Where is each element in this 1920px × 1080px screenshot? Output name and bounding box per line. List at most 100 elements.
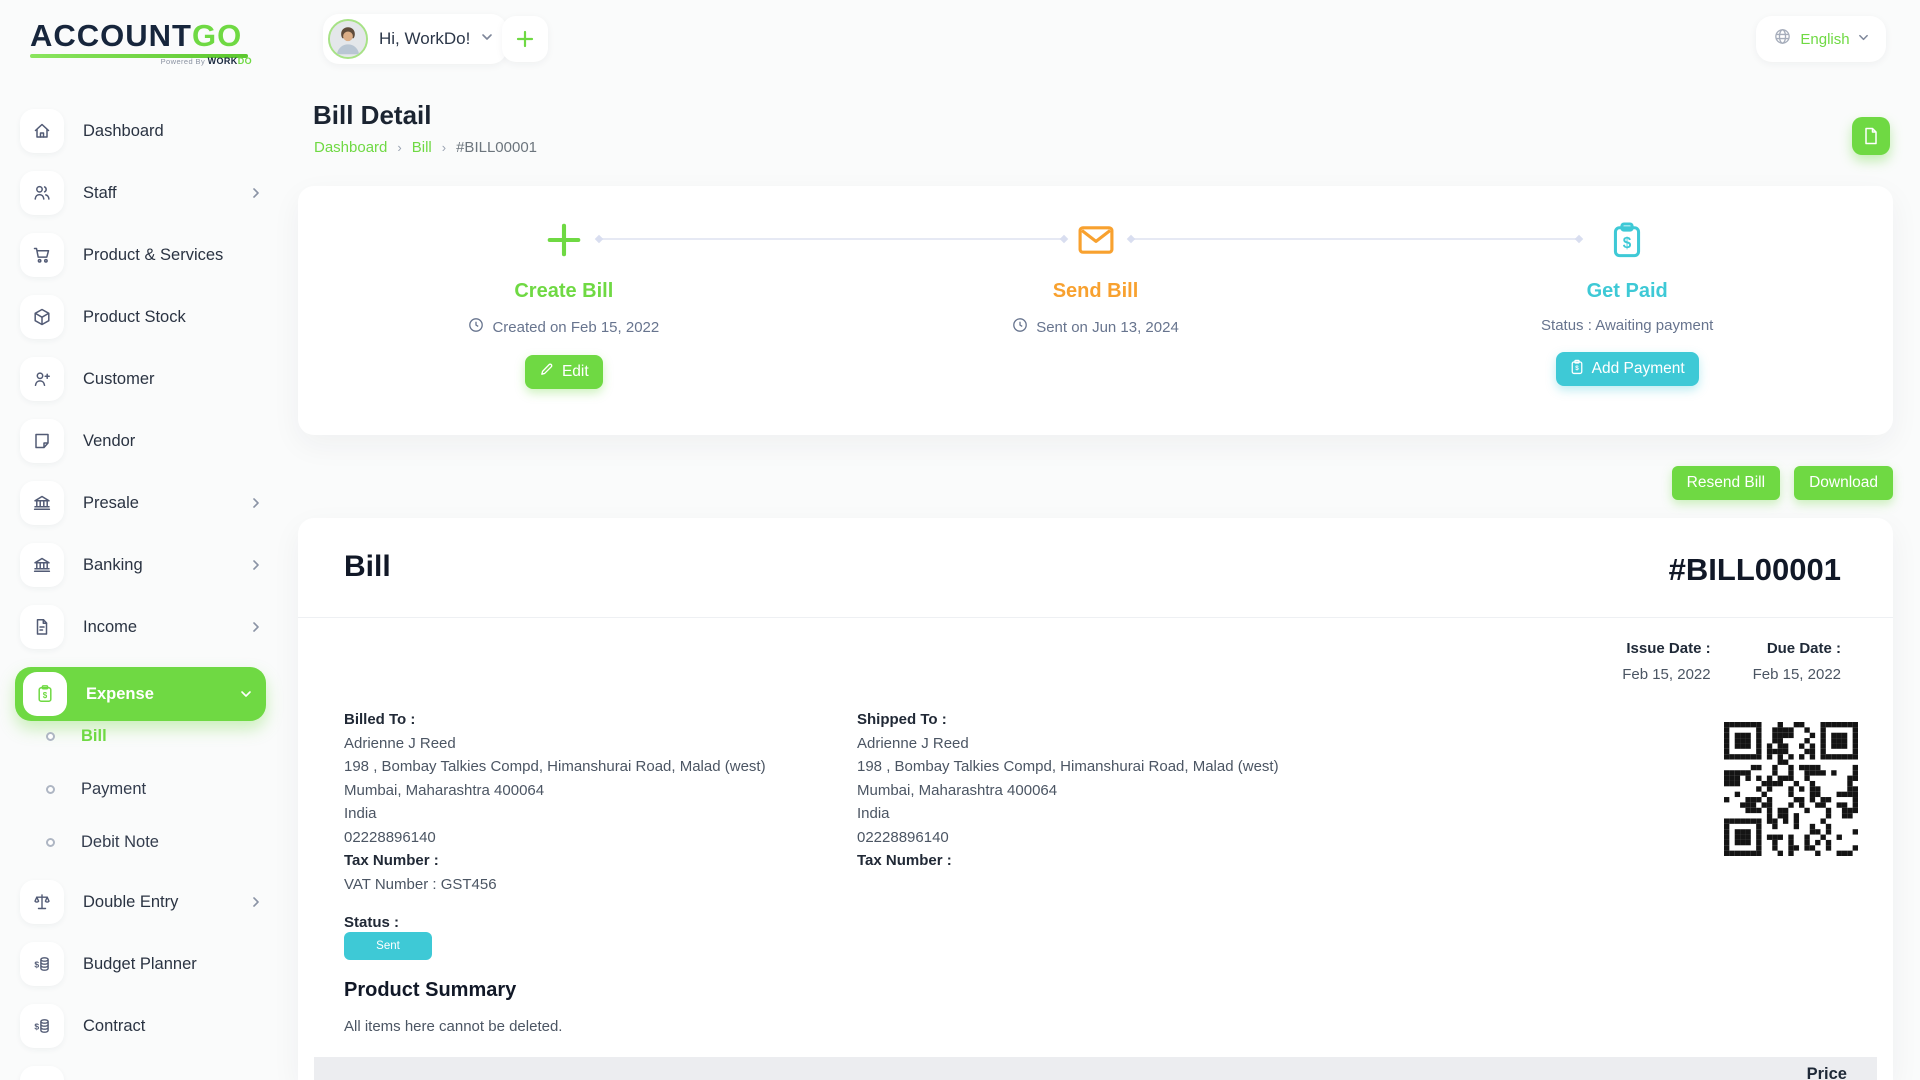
sidebar-item-budget-planner[interactable]: $ Budget Planner <box>20 942 262 986</box>
user-menu[interactable]: Hi, WorkDo! <box>323 14 507 64</box>
sidebar-item-double-entry[interactable]: Double Entry <box>20 880 262 924</box>
sidebar-item-income[interactable]: Income <box>20 605 262 649</box>
app-root: ACCOUNTGO Powered By WORKDO Dashboard St… <box>0 0 1920 1080</box>
qr-code <box>1724 722 1858 856</box>
add-payment-button[interactable]: $ Add Payment <box>1556 352 1699 386</box>
sidebar-item-product-stock[interactable]: Product Stock <box>20 295 262 339</box>
sidebar-item-dashboard[interactable]: Dashboard <box>20 109 262 153</box>
sidebar-item-presale[interactable]: Presale <box>20 481 262 525</box>
issue-date: Issue Date : Feb 15, 2022 <box>1622 640 1710 683</box>
step-connector <box>598 238 1065 240</box>
sidebar-item-label: Dashboard <box>83 122 164 141</box>
shipped-city: Mumbai, Maharashtra 400064 <box>857 779 1279 803</box>
billed-city: Mumbai, Maharashtra 400064 <box>344 779 766 803</box>
chevron-separator: › <box>442 140 446 155</box>
billed-country: India <box>344 802 766 826</box>
download-button[interactable]: Download <box>1794 466 1893 500</box>
users-icon <box>20 171 64 215</box>
step-send-bill: Send Bill Sent on Jun 13, 2024 <box>830 186 1362 435</box>
sidebar-item-label: Customer <box>83 370 155 389</box>
sidebar-item-label: Double Entry <box>83 893 178 912</box>
breadcrumb: Dashboard › Bill › #BILL00001 <box>314 139 537 156</box>
step-title: Send Bill <box>1053 280 1139 303</box>
chevron-separator: › <box>397 140 401 155</box>
clock-icon <box>1012 317 1028 337</box>
step-get-paid: $ Get Paid Status : Awaiting payment $ A… <box>1361 186 1893 435</box>
page-title: Bill Detail <box>313 100 431 131</box>
scales-icon <box>20 880 64 924</box>
sidebar-subitem-bill[interactable]: Bill <box>46 721 280 751</box>
home-icon <box>20 109 64 153</box>
svg-text:$: $ <box>34 960 39 970</box>
shipped-to-block: Shipped To : Adrienne J Reed 198 , Bomba… <box>857 708 1279 873</box>
step-title: Get Paid <box>1587 280 1668 303</box>
bill-dates: Issue Date : Feb 15, 2022 Due Date : Feb… <box>1622 640 1841 683</box>
sidebar-subitem-payment[interactable]: Payment <box>46 774 280 804</box>
bullet-icon <box>46 785 55 794</box>
sidebar-item-partial[interactable] <box>20 1066 262 1080</box>
billed-street: 198 , Bombay Talkies Compd, Himanshurai … <box>344 755 766 779</box>
sidebar-item-vendor[interactable]: Vendor <box>20 419 262 463</box>
note-icon <box>20 419 64 463</box>
chevron-down-icon <box>240 688 252 700</box>
sidebar-item-banking[interactable]: Banking <box>20 543 262 587</box>
breadcrumb-bill[interactable]: Bill <box>412 139 432 156</box>
divider <box>298 617 1893 618</box>
globe-icon <box>1773 27 1792 51</box>
sidebar-item-customer[interactable]: Customer <box>20 357 262 401</box>
bullet-icon <box>46 838 55 847</box>
sidebar-item-product-services[interactable]: Product & Services <box>20 233 262 277</box>
bill-number: #BILL00001 <box>1669 552 1841 588</box>
cart-icon <box>20 233 64 277</box>
billed-name: Adrienne J Reed <box>344 732 766 756</box>
billed-phone: 02228896140 <box>344 826 766 850</box>
step-title: Create Bill <box>514 280 613 303</box>
language-selector[interactable]: English <box>1756 16 1886 62</box>
coins-icon: $ <box>20 1004 64 1048</box>
sidebar-item-label: Expense <box>86 685 154 704</box>
add-workspace-button[interactable] <box>502 16 548 62</box>
step-subtitle: Sent on Jun 13, 2024 <box>1012 317 1179 337</box>
edit-bill-button[interactable]: Edit <box>525 355 603 389</box>
tax-number-label: Tax Number : <box>857 849 1279 873</box>
tax-number-label: Tax Number : <box>344 849 766 873</box>
document-icon <box>20 605 64 649</box>
sidebar-item-label: Product Stock <box>83 308 186 327</box>
bill-document-card: Bill #BILL00001 Issue Date : Feb 15, 202… <box>298 518 1893 1080</box>
sidebar-item-expense[interactable]: $ Expense <box>15 667 266 721</box>
step-connector <box>1130 238 1580 240</box>
product-summary-note: All items here cannot be deleted. <box>344 1018 562 1035</box>
cube-icon <box>20 295 64 339</box>
sidebar-item-contract[interactable]: $ Contract <box>20 1004 262 1048</box>
plus-icon <box>545 220 583 260</box>
greeting-text: Hi, WorkDo! <box>379 29 470 49</box>
sidebar: Dashboard Staff Product & Services Produ… <box>0 0 280 1080</box>
coins-icon <box>20 1066 64 1080</box>
sidebar-item-label: Presale <box>83 494 139 513</box>
chevron-right-icon <box>250 896 262 908</box>
resend-bill-button[interactable]: Resend Bill <box>1672 466 1780 500</box>
bank-icon <box>20 543 64 587</box>
sidebar-item-staff[interactable]: Staff <box>20 171 262 215</box>
export-doc-button[interactable] <box>1852 117 1890 155</box>
shipped-name: Adrienne J Reed <box>857 732 1279 756</box>
svg-text:$: $ <box>34 1022 39 1032</box>
chevron-down-icon <box>1858 30 1869 48</box>
billed-tax-value: VAT Number : GST456 <box>344 873 766 897</box>
chevron-right-icon <box>250 621 262 633</box>
step-subtitle: Created on Feb 15, 2022 <box>468 317 659 337</box>
product-table-header: Price <box>314 1057 1877 1080</box>
bill-progress-card: Create Bill Created on Feb 15, 2022 Edit… <box>298 186 1893 435</box>
sidebar-item-label: Staff <box>83 184 117 203</box>
sidebar-item-label: Vendor <box>83 432 135 451</box>
svg-text:$: $ <box>43 691 48 700</box>
shipped-country: India <box>857 802 1279 826</box>
sidebar-subitem-debit-note[interactable]: Debit Note <box>46 827 280 857</box>
bill-actions: Resend Bill Download <box>298 466 1893 500</box>
breadcrumb-dashboard[interactable]: Dashboard <box>314 139 387 156</box>
sidebar-item-label: Income <box>83 618 137 637</box>
plus-icon <box>516 30 534 48</box>
product-summary-title: Product Summary <box>344 979 516 1002</box>
status-badge: Sent <box>344 932 432 960</box>
sidebar-item-label: Product & Services <box>83 246 223 265</box>
